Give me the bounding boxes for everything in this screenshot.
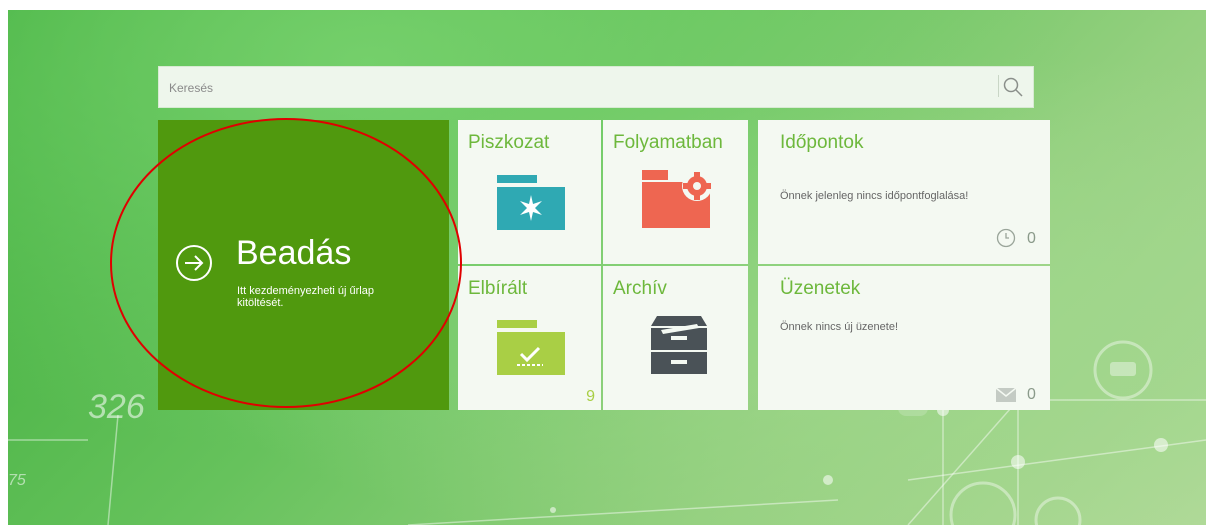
search-input[interactable] xyxy=(167,67,991,109)
background-number-small: 75 xyxy=(8,472,26,489)
tile-elbiralt[interactable]: Elbírált 9 xyxy=(458,266,601,410)
arrow-right-circle-icon xyxy=(176,245,212,281)
tile-idopontok-count: 0 xyxy=(1027,230,1036,247)
submit-tile-subtitle: Itt kezdeményezheti új űrlap kitöltését. xyxy=(237,285,374,309)
background: 326 75 Beadás Itt kezdeményezheti új űrl… xyxy=(8,10,1206,525)
tile-idopontok[interactable]: Időpontok Önnek jelenleg nincs időpontfo… xyxy=(758,120,1050,264)
tile-piszkozat-title: Piszkozat xyxy=(468,132,550,153)
tile-idopontok-title: Időpontok xyxy=(780,132,864,153)
clock-icon xyxy=(996,228,1016,248)
tile-elbiralt-title: Elbírált xyxy=(468,278,528,299)
submit-tile-title: Beadás xyxy=(236,234,352,272)
tile-elbiralt-count: 9 xyxy=(586,388,595,405)
search-bar xyxy=(158,66,1034,109)
tile-archiv-title: Archív xyxy=(613,278,667,299)
tile-uzenetek-count: 0 xyxy=(1027,386,1036,403)
background-number-large: 326 xyxy=(88,388,145,426)
tile-uzenetek[interactable]: Üzenetek Önnek nincs új üzenete! 0 xyxy=(758,266,1050,410)
tile-piszkozat[interactable]: Piszkozat xyxy=(458,120,601,264)
tile-folyamatban-title: Folyamatban xyxy=(613,132,723,153)
tile-folyamatban[interactable]: Folyamatban xyxy=(603,120,748,264)
tile-uzenetek-message: Önnek nincs új üzenete! xyxy=(780,321,899,333)
submit-tile[interactable]: Beadás Itt kezdeményezheti új űrlap kitö… xyxy=(158,120,449,410)
envelope-icon xyxy=(996,388,1016,402)
search-divider xyxy=(998,75,999,97)
tile-idopontok-message: Önnek jelenleg nincs időpontfoglalása! xyxy=(780,190,969,202)
checked-folder-icon xyxy=(497,320,565,375)
search-icon xyxy=(1003,77,1023,97)
draft-folder-icon xyxy=(497,175,565,230)
tile-archiv[interactable]: Archív xyxy=(603,266,748,410)
tile-uzenetek-title: Üzenetek xyxy=(780,278,861,299)
in-progress-folder-icon xyxy=(642,170,712,228)
search-button[interactable] xyxy=(1001,75,1025,99)
archive-cabinet-icon xyxy=(651,316,707,374)
